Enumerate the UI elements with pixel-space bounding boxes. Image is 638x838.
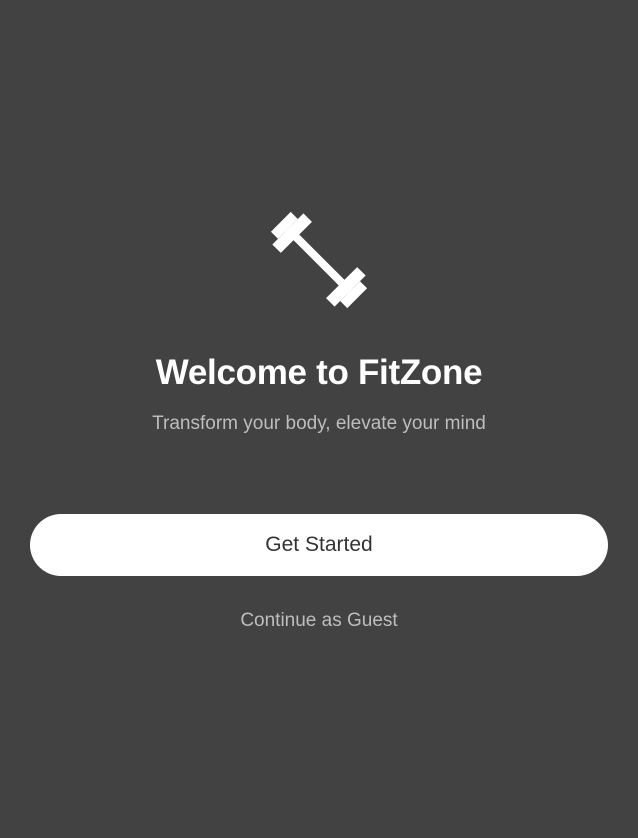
get-started-label: Get Started (265, 533, 373, 556)
dumbbell-icon (270, 211, 368, 309)
welcome-screen: Welcome to FitZone Transform your body, … (0, 0, 638, 838)
welcome-title: Welcome to FitZone (155, 353, 483, 392)
continue-as-guest-link[interactable]: Continue as Guest (0, 608, 638, 634)
get-started-button[interactable]: Get Started (30, 514, 608, 576)
welcome-subtitle: Transform your body, elevate your mind (152, 413, 486, 434)
